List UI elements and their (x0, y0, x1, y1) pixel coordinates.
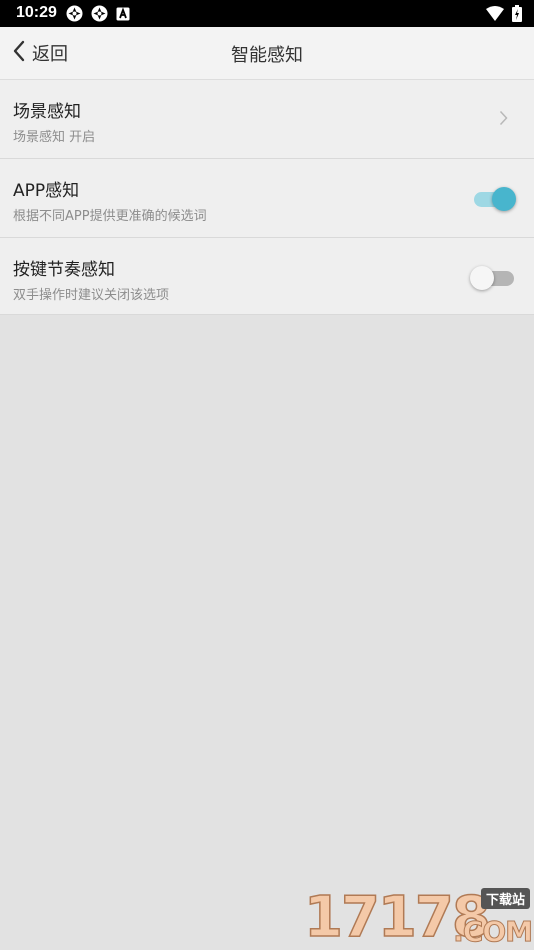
status-time: 10:29 (16, 4, 57, 21)
toggle-thumb (492, 187, 516, 211)
wifi-icon (486, 6, 504, 21)
setting-title: APP感知 (13, 181, 80, 201)
setting-title: 按键节奏感知 (13, 260, 115, 280)
status-icons-left (66, 5, 130, 22)
toggle-thumb (470, 266, 494, 290)
sync-icon (66, 5, 83, 22)
page-title: 智能感知 (231, 45, 303, 66)
chevron-right-icon (499, 110, 508, 130)
setting-subtitle: 根据不同APP提供更准确的候选词 (13, 209, 207, 224)
app-awareness-toggle[interactable] (470, 186, 518, 212)
watermark-badge: 下载站 (480, 888, 530, 909)
setting-subtitle: 双手操作时建议关闭该选项 (13, 288, 170, 303)
setting-subtitle: 场景感知 开启 (13, 130, 96, 145)
setting-title: 场景感知 (13, 102, 81, 122)
setting-key-rhythm-awareness: 按键节奏感知 双手操作时建议关闭该选项 (0, 238, 534, 315)
status-icons-right (486, 5, 522, 22)
sync-icon (91, 5, 108, 22)
app-header: 返回 智能感知 (0, 27, 534, 80)
key-rhythm-toggle[interactable] (470, 265, 518, 291)
watermark-suffix: .COM (453, 915, 534, 949)
settings-list: 场景感知 场景感知 开启 APP感知 根据不同APP提供更准确的候选词 按键节奏… (0, 80, 534, 315)
setting-scene-awareness[interactable]: 场景感知 场景感知 开启 (0, 80, 534, 159)
a-notification-icon (116, 6, 130, 21)
watermark-logo: 17178 下载站 .COM (303, 886, 534, 949)
status-bar: 10:29 (0, 0, 534, 27)
battery-charging-icon (512, 5, 522, 22)
setting-app-awareness: APP感知 根据不同APP提供更准确的候选词 (0, 159, 534, 238)
